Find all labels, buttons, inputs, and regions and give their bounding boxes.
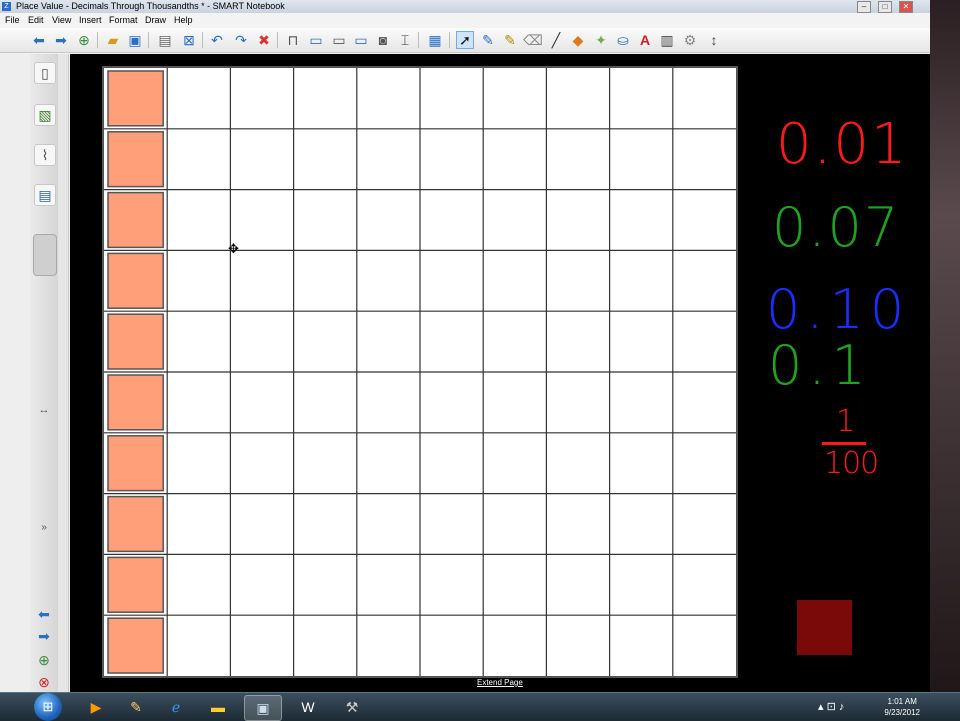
sidebar-splitter[interactable] xyxy=(58,54,69,694)
move-cursor-icon: ✥ xyxy=(228,241,239,256)
side-tab-bar: ▯ ▧ ⌇ ▤ ↔ » ⬅ ➡ ⊕ ⊗ xyxy=(30,54,59,694)
title-bar: Z Place Value - Decimals Through Thousan… xyxy=(0,0,930,13)
app-window: Z Place Value - Decimals Through Thousan… xyxy=(0,0,930,694)
properties-icon[interactable]: ▤ xyxy=(34,184,56,206)
line-icon[interactable]: ╱ xyxy=(547,31,565,49)
eraser-icon[interactable]: ⌫ xyxy=(523,31,543,49)
more-icon[interactable]: » xyxy=(34,518,54,538)
tray-icons[interactable]: ▴ ⊡ ♪ xyxy=(818,700,844,713)
toolbar: ⬅ ➡ ⊕ ▰ ▣ ▤ ⊠ ↶ ↷ ✖ ⊓ ▭ ▭ ▭ ◙ ⌶ ▦ ➚ ✎ ✎ … xyxy=(0,28,930,53)
shaded-hundredth-8[interactable] xyxy=(107,495,164,553)
insert-table-icon[interactable]: ▦ xyxy=(426,31,444,49)
fill-icon[interactable]: ⛀ xyxy=(614,31,632,49)
media-player-icon[interactable]: ▶ xyxy=(78,695,114,719)
magic-pen-icon[interactable]: ✦ xyxy=(592,31,610,49)
hundreds-grid xyxy=(104,68,736,676)
app-icon: Z xyxy=(2,2,11,11)
decimal-green-short[interactable]: 0.1 xyxy=(768,334,872,397)
camera-icon[interactable]: ◙ xyxy=(374,31,392,49)
menu-edit[interactable]: Edit xyxy=(28,13,44,28)
ie-icon[interactable]: ℯ xyxy=(158,695,194,719)
close-button[interactable]: ✕ xyxy=(899,1,913,13)
decimal-red[interactable]: 0.01 xyxy=(776,112,909,177)
pen-icon[interactable]: ✎ xyxy=(479,31,497,49)
paint-icon[interactable]: ✎ xyxy=(118,695,154,719)
shaded-hundredth-3[interactable] xyxy=(107,191,164,249)
capture-icon[interactable]: ▭ xyxy=(352,31,370,49)
customize-icon[interactable]: ⚙ xyxy=(681,31,699,49)
next-page-icon[interactable]: ➡ xyxy=(34,626,54,646)
menu-format[interactable]: Format xyxy=(109,13,138,28)
open-icon[interactable]: ▰ xyxy=(104,31,122,49)
shaded-hundredth-10[interactable] xyxy=(107,617,164,674)
shapes-icon[interactable]: ◆ xyxy=(569,31,587,49)
system-clock[interactable]: 1:01 AM 9/23/2012 xyxy=(884,696,920,718)
fraction-denominator[interactable]: 100 xyxy=(824,446,879,481)
full-screen-icon[interactable]: ▭ xyxy=(307,31,325,49)
tools-icon[interactable]: ⚒ xyxy=(334,695,370,719)
menu-view[interactable]: View xyxy=(52,13,71,28)
minimize-button[interactable]: – xyxy=(857,1,871,13)
left-margin xyxy=(0,54,30,694)
prev-page-icon[interactable]: ⬅ xyxy=(34,604,54,624)
decimal-blue[interactable]: 0.10 xyxy=(766,278,910,341)
dark-red-square[interactable] xyxy=(797,600,852,655)
shaded-hundredth-4[interactable] xyxy=(107,252,164,309)
dual-page-icon[interactable]: ▭ xyxy=(330,31,348,49)
paste-icon[interactable]: ▤ xyxy=(156,31,174,49)
resize-icon[interactable]: ↔ xyxy=(34,400,54,420)
page-sorter-icon[interactable]: ▯ xyxy=(34,62,56,84)
select-icon[interactable]: ➚ xyxy=(456,31,474,49)
menu-file[interactable]: File xyxy=(5,13,20,28)
creative-pen-icon[interactable]: ✎ xyxy=(501,31,519,49)
shaded-hundredth-2[interactable] xyxy=(107,131,164,188)
add-page-side-icon[interactable]: ⊕ xyxy=(34,650,54,670)
fraction-bar xyxy=(822,442,866,445)
back-icon[interactable]: ⬅ xyxy=(30,31,48,49)
extend-page-link[interactable]: Extend Page xyxy=(477,678,523,687)
clock-time: 1:01 AM xyxy=(887,697,917,706)
menu-help[interactable]: Help xyxy=(174,13,193,28)
properties-icon[interactable]: ▥ xyxy=(658,31,676,49)
clock-date: 9/23/2012 xyxy=(884,708,920,717)
shaded-hundredth-5[interactable] xyxy=(107,313,164,370)
save-icon[interactable]: ▣ xyxy=(126,31,144,49)
shaded-hundredth-9[interactable] xyxy=(107,556,164,613)
start-button[interactable]: ⊞ xyxy=(34,693,62,721)
attachments-icon[interactable]: ⌇ xyxy=(34,144,56,166)
add-page-icon[interactable]: ⊕ xyxy=(75,31,93,49)
screen-shade-icon[interactable]: ⊓ xyxy=(284,31,302,49)
undo-icon[interactable]: ↶ xyxy=(208,31,226,49)
fraction-numerator[interactable]: 1 xyxy=(836,404,855,439)
decimal-green[interactable]: 0.07 xyxy=(772,196,900,259)
forward-icon[interactable]: ➡ xyxy=(52,31,70,49)
shaded-hundredth-6[interactable] xyxy=(107,374,164,431)
shaded-hundredth-7[interactable] xyxy=(107,435,164,492)
menu-draw[interactable]: Draw xyxy=(145,13,166,28)
shaded-hundredth-1[interactable] xyxy=(107,70,164,127)
hundreds-grid-page[interactable] xyxy=(102,66,738,678)
move-toolbar-icon[interactable]: ↕ xyxy=(705,31,723,49)
gallery-icon[interactable]: ▧ xyxy=(34,104,56,126)
delete-page-icon[interactable]: ⊠ xyxy=(180,31,198,49)
delete-page-side-icon[interactable]: ⊗ xyxy=(34,672,54,692)
sidebar-grip[interactable] xyxy=(33,234,57,276)
menu-insert[interactable]: Insert xyxy=(79,13,102,28)
redo-icon[interactable]: ↷ xyxy=(232,31,250,49)
menu-bar: File Edit View Insert Format Draw Help xyxy=(0,13,930,28)
taskbar: ⊞ ▶ ✎ ℯ ▬ ▣ W ⚒ ▴ ⊡ ♪ 1:01 AM 9/23/2012 xyxy=(0,692,960,721)
text-icon[interactable]: A xyxy=(636,31,654,49)
smart-notebook-icon[interactable]: ▣ xyxy=(244,695,282,721)
window-title: Place Value - Decimals Through Thousandt… xyxy=(16,1,285,11)
record-icon[interactable]: ⌶ xyxy=(396,31,414,49)
maximize-button[interactable]: □ xyxy=(878,1,892,13)
word-icon[interactable]: W xyxy=(290,695,326,719)
delete-icon[interactable]: ✖ xyxy=(255,31,273,49)
explorer-icon[interactable]: ▬ xyxy=(200,695,236,719)
